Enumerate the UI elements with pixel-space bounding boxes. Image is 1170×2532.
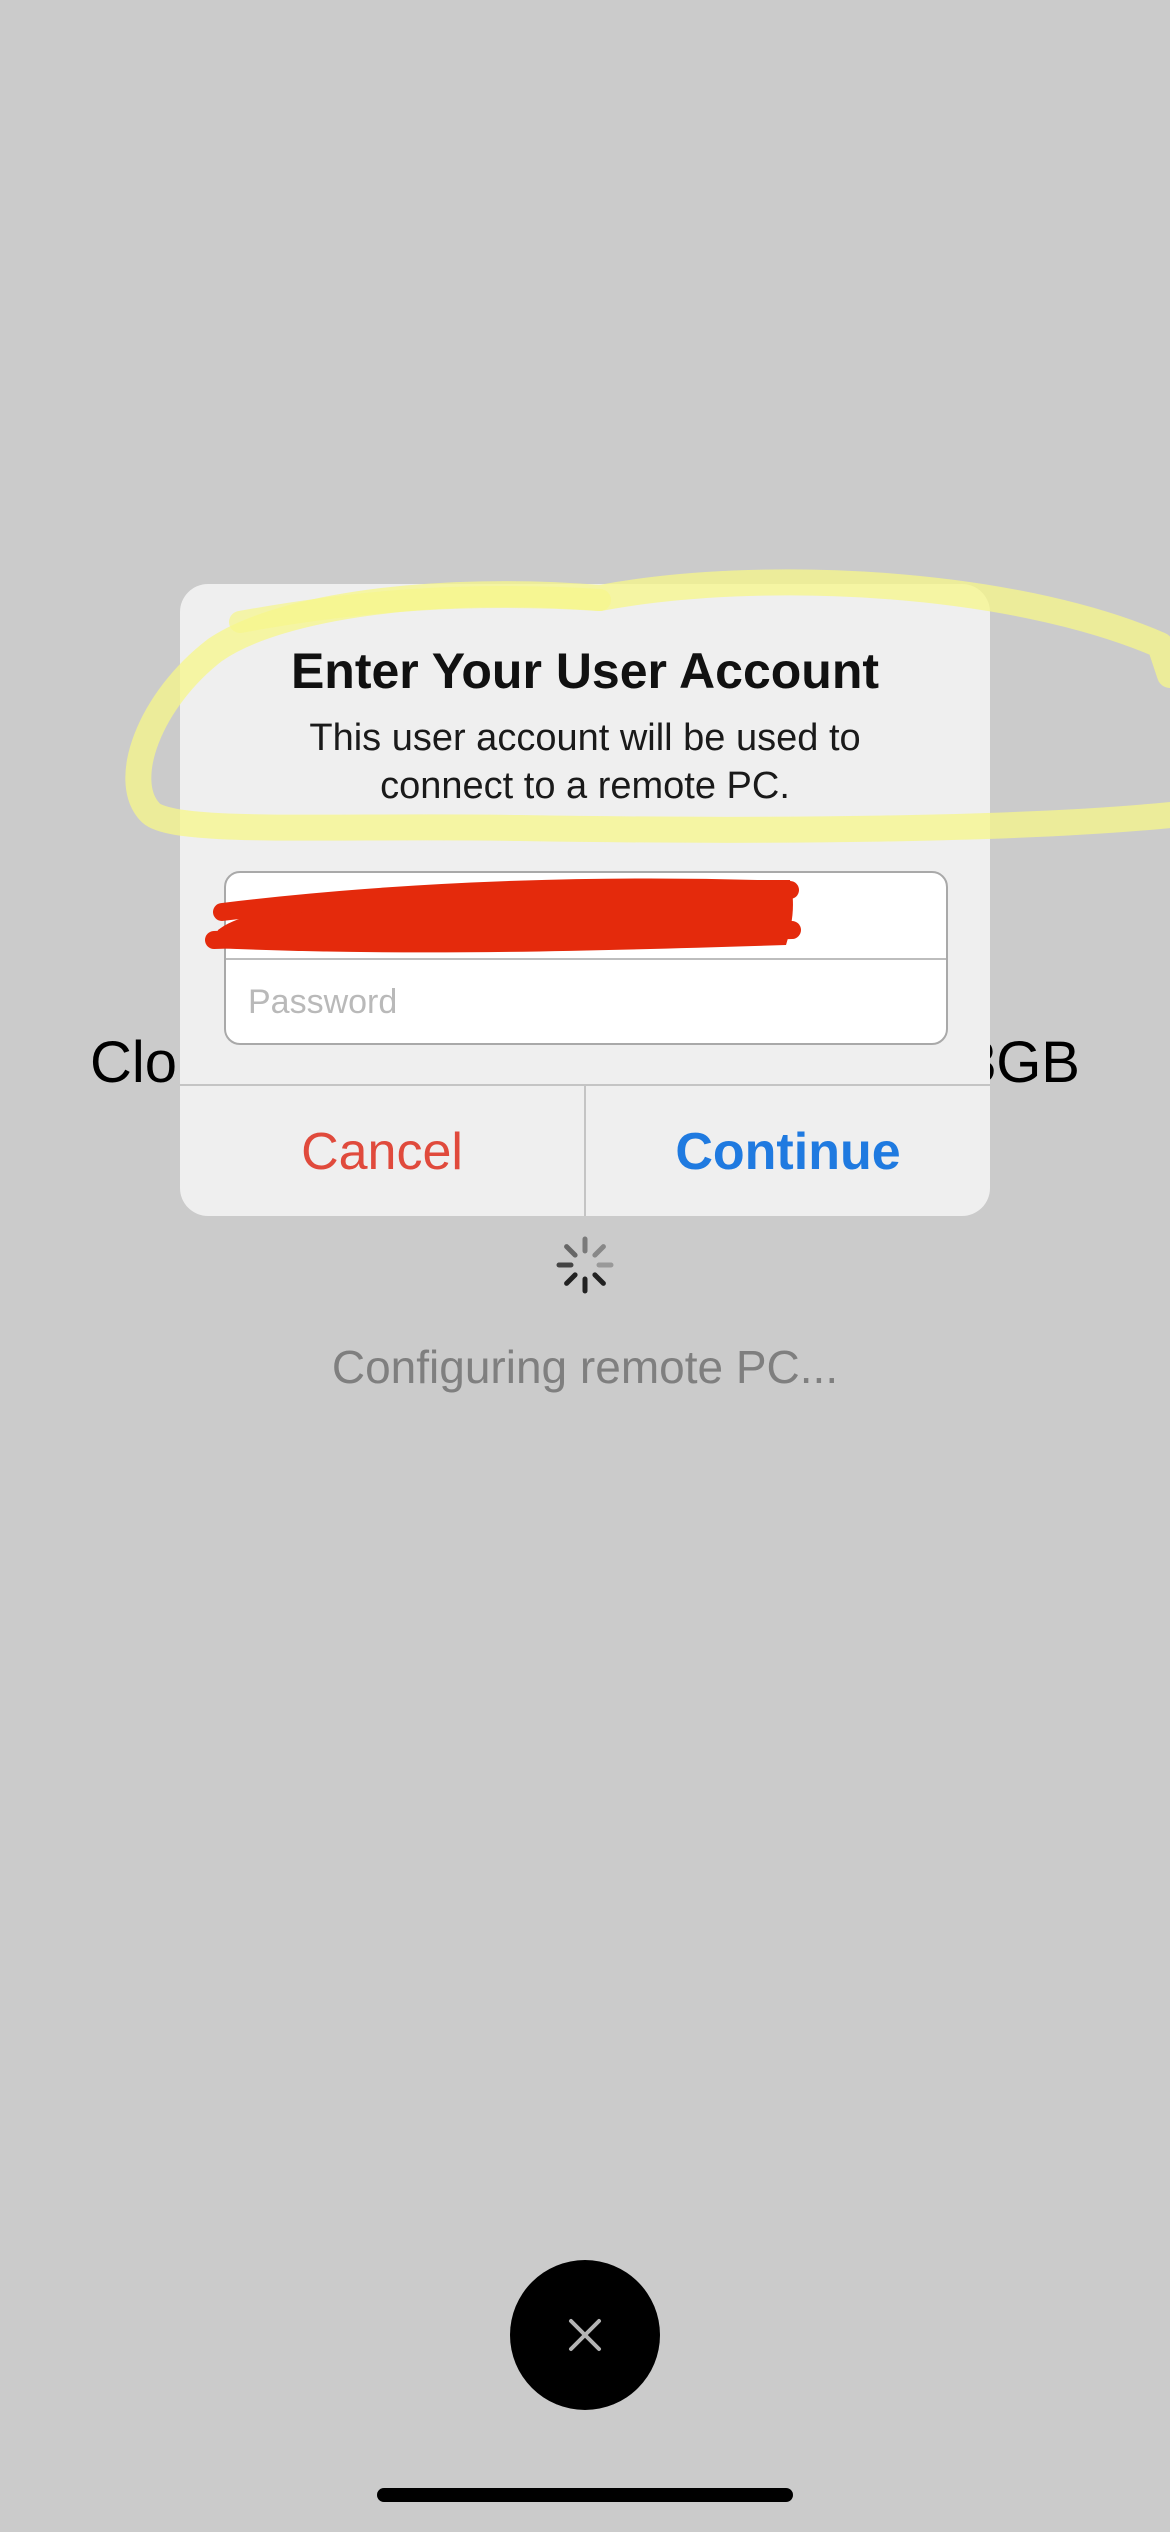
dialog-message: This user account will be used to connec… <box>309 717 861 807</box>
continue-button[interactable]: Continue <box>586 1086 990 1216</box>
dialog-button-row: Cancel Continue <box>180 1084 990 1216</box>
username-field[interactable] <box>226 873 946 958</box>
user-account-dialog: Enter Your User Account This user accoun… <box>180 584 990 1216</box>
close-button[interactable] <box>510 2260 660 2410</box>
dialog-title: Enter Your User Account <box>290 643 880 699</box>
cancel-button[interactable]: Cancel <box>180 1086 584 1216</box>
status-text: Configuring remote PC... <box>331 1341 839 1393</box>
background-title-left: Clo <box>90 1030 178 1095</box>
credentials-field-group <box>224 871 948 1045</box>
activity-spinner-icon <box>555 1235 615 1295</box>
home-indicator[interactable] <box>377 2488 793 2502</box>
password-field[interactable] <box>226 960 946 1043</box>
close-icon <box>569 2319 601 2351</box>
